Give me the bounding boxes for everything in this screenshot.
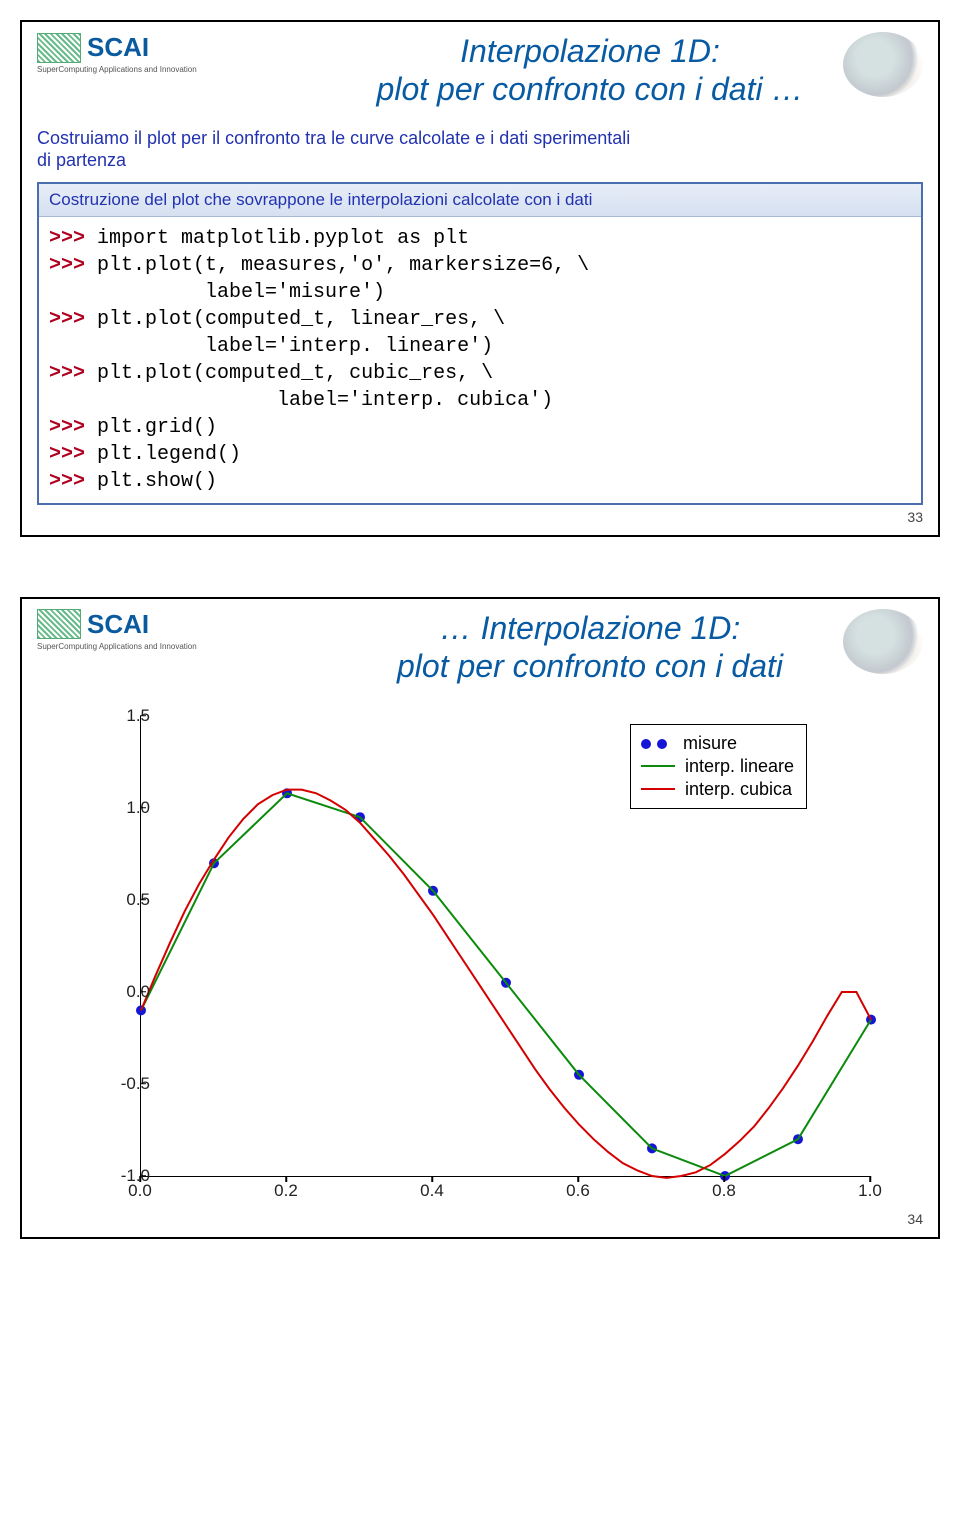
logo-block: SCAI SuperComputing Applications and Inn… (37, 609, 257, 651)
code-l3b: label='interp. lineare') (97, 335, 493, 358)
prompt: >>> (49, 416, 85, 439)
legend-line-icon (641, 765, 675, 767)
decor-icon (843, 609, 923, 674)
code-l3a: plt.plot(computed_t, linear_res, \ (97, 308, 505, 331)
prompt: >>> (49, 308, 85, 331)
prompt: >>> (49, 227, 85, 250)
code-l2a: plt.plot(t, measures,'o', markersize=6, … (97, 254, 589, 277)
scai-logo-text: SCAI (87, 609, 149, 640)
slide-header: SCAI SuperComputing Applications and Inn… (37, 609, 923, 686)
page-number: 33 (37, 509, 923, 525)
title-line2: plot per confronto con i dati … (377, 71, 804, 107)
logo-subtitle: SuperComputing Applications and Innovati… (37, 65, 197, 74)
logo-subtitle: SuperComputing Applications and Innovati… (37, 642, 197, 651)
xtick-label: 0.8 (712, 1181, 736, 1201)
code-l2b: label='misure') (97, 281, 385, 304)
prompt: >>> (49, 362, 85, 385)
cineca-logo (37, 33, 81, 63)
legend-lineare: interp. lineare (641, 756, 794, 777)
legend-label-cubica: interp. cubica (685, 779, 792, 800)
code-l1: import matplotlib.pyplot as plt (97, 227, 469, 250)
prompt: >>> (49, 443, 85, 466)
title-line1: Interpolazione 1D: (460, 33, 720, 69)
code-l6: plt.legend() (97, 443, 241, 466)
slide-header: SCAI SuperComputing Applications and Inn… (37, 32, 923, 109)
code-l4b: label='interp. cubica') (97, 389, 553, 412)
code-header: Costruzione del plot che sovrappone le i… (39, 184, 921, 217)
slide-34: SCAI SuperComputing Applications and Inn… (20, 597, 940, 1239)
slide-title: … Interpolazione 1D: plot per confronto … (257, 609, 923, 686)
legend-misure: misure (641, 733, 794, 754)
chart: misure interp. lineare interp. cubica -1… (70, 706, 890, 1206)
intro-text: Costruiamo il plot per il confronto tra … (37, 127, 923, 172)
legend: misure interp. lineare interp. cubica (630, 724, 807, 809)
data-point (136, 1005, 146, 1015)
title-line2: plot per confronto con i dati (397, 648, 783, 684)
chart-wrap: misure interp. lineare interp. cubica -1… (70, 706, 890, 1206)
prompt: >>> (49, 254, 85, 277)
slide-title: Interpolazione 1D: plot per confronto co… (257, 32, 923, 109)
code-l5: plt.grid() (97, 416, 217, 439)
legend-marker-icon (641, 733, 673, 754)
logo-block: SCAI SuperComputing Applications and Inn… (37, 32, 257, 74)
prompt: >>> (49, 470, 85, 493)
logo-top: SCAI (37, 609, 149, 640)
title-line1: … Interpolazione 1D: (440, 610, 741, 646)
xtick-label: 0.6 (566, 1181, 590, 1201)
decor-icon (843, 32, 923, 97)
code-l7: plt.show() (97, 470, 217, 493)
intro-l2: di partenza (37, 150, 126, 170)
legend-cubica: interp. cubica (641, 779, 794, 800)
scai-logo-text: SCAI (87, 32, 149, 63)
xtick-label: 0.4 (420, 1181, 444, 1201)
xtick-label: 1.0 (858, 1181, 882, 1201)
xtick-label: 0.2 (274, 1181, 298, 1201)
xtick-label: 0.0 (128, 1181, 152, 1201)
legend-label-misure: misure (683, 733, 737, 754)
intro-l1: Costruiamo il plot per il confronto tra … (37, 128, 630, 148)
page-number: 34 (37, 1211, 923, 1227)
legend-line-icon (641, 788, 675, 790)
code-box: Costruzione del plot che sovrappone le i… (37, 182, 923, 505)
slide-33: SCAI SuperComputing Applications and Inn… (20, 20, 940, 537)
legend-label-lineare: interp. lineare (685, 756, 794, 777)
code-body: >>> import matplotlib.pyplot as plt >>> … (39, 217, 921, 503)
code-l4a: plt.plot(computed_t, cubic_res, \ (97, 362, 493, 385)
logo-top: SCAI (37, 32, 149, 63)
cineca-logo (37, 609, 81, 639)
